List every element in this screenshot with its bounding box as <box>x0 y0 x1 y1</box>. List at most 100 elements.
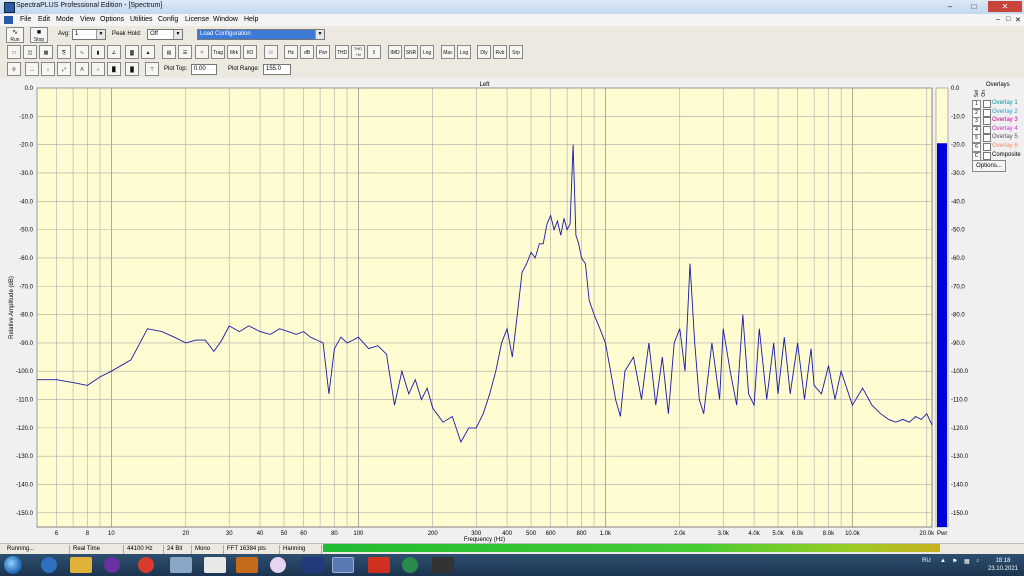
menu-file[interactable]: File <box>20 16 31 23</box>
bars-icon[interactable]: ▉ <box>107 62 121 76</box>
plot-top-input[interactable]: 0.00 <box>191 64 217 75</box>
table-icon[interactable]: ▤ <box>162 45 176 59</box>
toolbar-hz-button[interactable]: Hz <box>284 45 298 59</box>
x-tick-label: 40 <box>257 531 264 537</box>
menu-help[interactable]: Help <box>244 16 258 23</box>
network-icon[interactable]: ▦ <box>964 558 970 565</box>
toolbar-mac-button[interactable]: Mac <box>441 45 455 59</box>
envelope-icon[interactable]: ∩ <box>91 62 105 76</box>
calibration-icon[interactable]: ☉ <box>264 45 278 59</box>
toolbar-snr-button[interactable]: SNR <box>404 45 418 59</box>
audio-app-icon[interactable] <box>402 557 418 573</box>
spectrum-icon[interactable]: ▮ <box>91 45 105 59</box>
toolbar-io-button[interactable]: I/O <box>243 45 257 59</box>
menu-license[interactable]: License <box>185 16 209 23</box>
overlay-checkbox[interactable] <box>983 125 991 134</box>
toolbar-marker-button[interactable]: Mrk <box>227 45 241 59</box>
x-tick-label: 50 <box>281 531 288 537</box>
terminal-icon[interactable] <box>432 557 454 573</box>
file-explorer-icon[interactable] <box>70 557 92 573</box>
archive-icon[interactable] <box>236 557 258 573</box>
toolbar-srp-button[interactable]: Srp <box>509 45 523 59</box>
overlay-options-button[interactable]: Options... <box>972 160 1006 172</box>
time-series-icon[interactable]: ∿ <box>75 45 89 59</box>
signal-generator-icon[interactable]: ≈ <box>195 45 209 59</box>
plot-range-input[interactable]: 155.0 <box>263 64 291 75</box>
zoom-y-icon[interactable]: ↕ <box>41 62 55 76</box>
chrome-icon[interactable] <box>138 557 154 573</box>
meter-tick-label: -20.0 <box>951 143 965 149</box>
menu-utilities[interactable]: Utilities <box>130 16 153 23</box>
overlay-checkbox[interactable] <box>983 108 991 117</box>
tools-icon[interactable] <box>170 557 192 573</box>
minimize-button[interactable]: – <box>938 1 962 12</box>
meter-tick-label: -30.0 <box>951 171 965 177</box>
toolbar-pwr-button[interactable]: Pwr <box>316 45 330 59</box>
peak-hold-select[interactable]: Off ▼ <box>147 29 183 40</box>
close-button[interactable]: ✕ <box>988 1 1022 12</box>
toolbar-thdn-button[interactable]: THD +N <box>351 45 365 59</box>
octave-bars-icon[interactable]: █ <box>125 62 139 76</box>
save-icon[interactable]: ▩ <box>39 45 53 59</box>
new-file-icon[interactable]: □ <box>7 45 21 59</box>
system-clock[interactable]: 18:18 23.10.2021 <box>988 557 1018 573</box>
spectraplus-taskbar-icon[interactable] <box>332 557 354 573</box>
overlay-checkbox[interactable] <box>983 151 991 160</box>
list-icon[interactable]: ☰ <box>178 45 192 59</box>
overlay-checkbox[interactable] <box>983 117 991 126</box>
toolbar-imd-button[interactable]: IMD <box>388 45 402 59</box>
overlay-checkbox[interactable] <box>983 100 991 108</box>
spectrogram-icon[interactable]: ▓ <box>125 45 139 59</box>
satellite-app-icon[interactable] <box>302 557 324 573</box>
overlay-checkbox[interactable] <box>983 134 991 143</box>
notepad-icon[interactable] <box>204 557 226 573</box>
peak-icon[interactable]: Λ <box>75 62 89 76</box>
overlay-checkbox[interactable] <box>983 143 991 151</box>
mdi-close-button[interactable]: ✕ <box>1015 16 1021 24</box>
menu-view[interactable]: View <box>80 16 95 23</box>
zoom-icon[interactable]: ⚲ <box>7 62 21 76</box>
toolbar-thd-button[interactable]: THD <box>335 45 349 59</box>
print-icon[interactable]: ⎘ <box>57 45 71 59</box>
tray-arrow-icon[interactable]: ▲ <box>940 558 946 564</box>
toolbar-rvb-button[interactable]: Rvb <box>493 45 507 59</box>
toolbar-log-button[interactable]: Log <box>420 45 434 59</box>
zoom-fit-icon[interactable]: ⤢ <box>57 62 71 76</box>
y-tick-label: -60.0 <box>19 256 33 262</box>
maximize-button[interactable]: □ <box>962 1 986 12</box>
volume-icon[interactable]: ♪ <box>976 558 979 564</box>
menu-window[interactable]: Window <box>213 16 238 23</box>
open-folder-icon[interactable]: ◫ <box>23 45 37 59</box>
menu-config[interactable]: Config <box>158 16 178 23</box>
document-icon[interactable] <box>4 16 13 24</box>
mdi-restore-button[interactable]: □ <box>1006 16 1010 23</box>
toolbar-log2-button[interactable]: Log <box>457 45 471 59</box>
browser-icon[interactable] <box>41 557 57 573</box>
stop-button[interactable]: ■ Stop <box>30 27 48 43</box>
configuration-select[interactable]: Load Configuration ▼ <box>197 29 325 40</box>
3d-surface-icon[interactable]: ▲ <box>141 45 155 59</box>
toolbar-db-button[interactable]: dB <box>300 45 314 59</box>
avg-select[interactable]: 1 ▼ <box>72 29 106 40</box>
media-player-icon[interactable] <box>104 557 120 573</box>
overlay-name: Overlay 6 <box>992 143 1018 149</box>
overlay-name: Overlay 2 <box>992 108 1018 115</box>
foobar-icon[interactable] <box>368 557 390 573</box>
mdi-minimize-button[interactable]: – <box>996 16 1000 23</box>
flag-icon[interactable]: ⚑ <box>952 558 957 565</box>
freq-response-icon[interactable]: ↥ <box>367 45 381 59</box>
menu-edit[interactable]: Edit <box>38 16 50 23</box>
menu-options[interactable]: Options <box>100 16 124 23</box>
x-tick-label: 1.0k <box>600 531 612 537</box>
zoom-x-icon[interactable]: ↔ <box>25 62 39 76</box>
cursor-icon[interactable]: ⊤ <box>145 62 159 76</box>
toolbar-dly-button[interactable]: Dly <box>477 45 491 59</box>
menu-mode[interactable]: Mode <box>56 16 74 23</box>
paint-icon[interactable] <box>270 557 286 573</box>
toolbar-trag-button[interactable]: Trag <box>211 45 225 59</box>
language-indicator[interactable]: RU <box>922 558 931 564</box>
spectrum-chart[interactable]: 0.0 -10.0 -20.0 -30.0 -40.0 -50.0 -60.0 -70.0 -8… <box>0 78 1024 543</box>
start-button[interactable] <box>4 556 22 574</box>
run-button[interactable]: ∿ Run <box>6 27 24 43</box>
phase-icon[interactable]: ∠ <box>107 45 121 59</box>
